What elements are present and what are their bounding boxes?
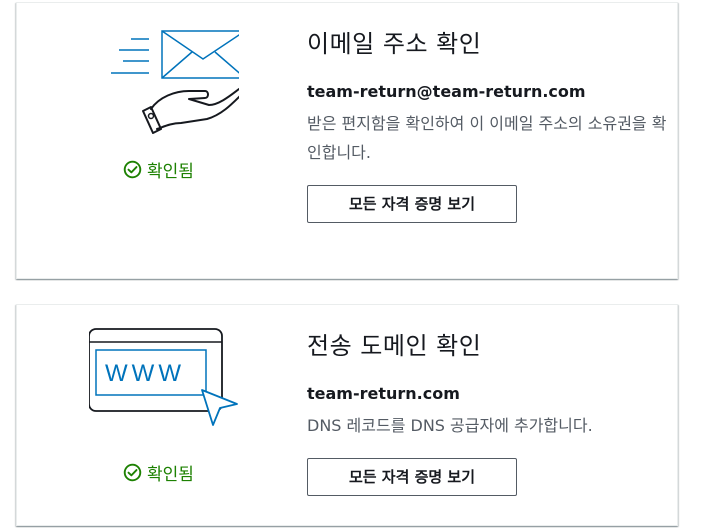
domain-verification-card: WWW 확인됨 전송 도메인 확인 team-return.com DNS 레코… [16,304,678,526]
check-circle-icon [123,463,142,482]
email-hand-icon [89,25,246,135]
card-description: 받은 편지함을 확인하여 이 이메일 주소의 소유권을 확인합니다. [307,114,667,162]
browser-www-icon: WWW [88,327,239,437]
status-label: 확인됨 [147,465,194,485]
email-verification-card: 확인됨 이메일 주소 확인 team-return@team-return.co… [16,2,678,279]
card-description: DNS 레코드를 DNS 공급자에 추가합니다. [307,416,593,435]
card-title: 전송 도메인 확인 [307,332,482,360]
www-text: WWW [105,360,185,387]
verification-status: 확인됨 [123,157,194,182]
email-identity: team-return@team-return.com [307,82,586,101]
verification-status: 확인됨 [123,460,194,485]
view-all-identities-button[interactable]: 모든 자격 증명 보기 [307,458,517,496]
view-all-identities-button[interactable]: 모든 자격 증명 보기 [307,185,517,223]
status-label: 확인됨 [147,162,194,182]
domain-identity: team-return.com [307,384,460,403]
card-title: 이메일 주소 확인 [307,30,482,58]
check-circle-icon [123,160,142,179]
domain-verification-content: 전송 도메인 확인 team-return.com DNS 레코드를 DNS 공… [307,331,667,496]
email-verification-content: 이메일 주소 확인 team-return@team-return.com 받은… [307,29,667,223]
